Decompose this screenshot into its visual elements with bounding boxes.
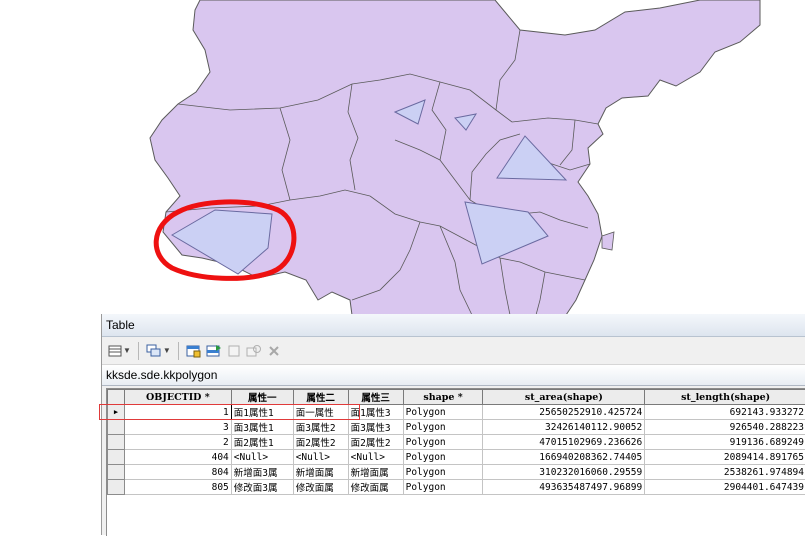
shape-cell[interactable]: Polygon [403, 450, 483, 465]
row-selector[interactable]: ▶ [108, 405, 125, 420]
attr1-cell[interactable]: 新增面3属 [231, 465, 293, 480]
area-cell[interactable]: 493635487497.96899 [483, 480, 645, 495]
table-options-button[interactable]: ▼ [108, 341, 131, 361]
switch-selection-icon [206, 344, 222, 358]
zoom-to-selected-icon [246, 344, 262, 358]
row-selector[interactable] [108, 420, 125, 435]
objectid-cell[interactable]: 805 [124, 480, 231, 495]
attr3-cell[interactable]: 面2属性2 [348, 435, 403, 450]
attr2-cell[interactable]: 新增面属 [293, 465, 348, 480]
length-cell[interactable]: 2538261.974894 [645, 465, 805, 480]
row-selector[interactable] [108, 480, 125, 495]
area-cell[interactable]: 47015102969.236626 [483, 435, 645, 450]
chevron-down-icon: ▼ [163, 346, 171, 355]
length-cell[interactable]: 692143.933272 [645, 405, 805, 420]
objectid-cell[interactable]: 404 [124, 450, 231, 465]
area-cell[interactable]: 25650252910.425724 [483, 405, 645, 420]
map-view[interactable] [0, 0, 805, 315]
attribute-grid[interactable]: OBJECTID * 属性一 属性二 属性三 shape * st_area(s… [106, 388, 805, 536]
window-title: Table [102, 314, 805, 337]
column-header[interactable]: OBJECTID * [124, 390, 231, 405]
related-tables-icon [146, 344, 162, 358]
attr3-cell[interactable]: <Null> [348, 450, 403, 465]
column-header[interactable]: st_area(shape) [483, 390, 645, 405]
objectid-cell[interactable]: 3 [124, 420, 231, 435]
length-cell[interactable]: 919136.689249 [645, 435, 805, 450]
table-row[interactable]: ▶ 1 面1属性1 面一属性 面1属性3 Polygon 25650252910… [108, 405, 805, 420]
attr1-cell[interactable]: <Null> [231, 450, 293, 465]
current-row-arrow-icon: ▶ [114, 408, 118, 416]
table-row[interactable]: 404 <Null> <Null> <Null> Polygon 1669402… [108, 450, 805, 465]
attr1-cell[interactable]: 修改面3属 [231, 480, 293, 495]
china-map [0, 0, 805, 315]
row-selector-header[interactable] [108, 390, 125, 405]
length-cell[interactable]: 926540.288223 [645, 420, 805, 435]
shape-cell[interactable]: Polygon [403, 435, 483, 450]
select-by-attributes-button[interactable] [186, 341, 202, 361]
attr1-cell[interactable]: 面1属性1 [231, 405, 293, 420]
toolbar-separator [178, 342, 179, 360]
shape-cell[interactable]: Polygon [403, 420, 483, 435]
objectid-cell[interactable]: 2 [124, 435, 231, 450]
shape-cell[interactable]: Polygon [403, 480, 483, 495]
coast-detail [602, 232, 614, 250]
delete-icon [267, 344, 281, 358]
attribute-table: OBJECTID * 属性一 属性二 属性三 shape * st_area(s… [107, 389, 805, 495]
attr1-cell[interactable]: 面3属性1 [231, 420, 293, 435]
attribute-table-window[interactable]: Table ▼ ▼ kksde.sde.kkpolygon [101, 314, 805, 535]
chevron-down-icon: ▼ [123, 346, 131, 355]
attr2-cell[interactable]: 修改面属 [293, 480, 348, 495]
area-cell[interactable]: 32426140112.90052 [483, 420, 645, 435]
attr3-cell[interactable]: 面3属性3 [348, 420, 403, 435]
objectid-cell[interactable]: 1 [124, 405, 231, 420]
select-by-attributes-icon [186, 344, 202, 358]
table-row[interactable]: 2 面2属性1 面2属性2 面2属性2 Polygon 47015102969.… [108, 435, 805, 450]
attr3-cell[interactable]: 新增面属 [348, 465, 403, 480]
clear-selection-icon [227, 344, 241, 358]
table-header-row: OBJECTID * 属性一 属性二 属性三 shape * st_area(s… [108, 390, 805, 405]
column-header[interactable]: shape * [403, 390, 483, 405]
table-toolbar: ▼ ▼ [102, 337, 805, 365]
table-row[interactable]: 805 修改面3属 修改面属 修改面属 Polygon 493635487497… [108, 480, 805, 495]
shape-cell[interactable]: Polygon [403, 405, 483, 420]
clear-selection-button[interactable] [226, 341, 242, 361]
row-selector[interactable] [108, 450, 125, 465]
column-header[interactable]: 属性一 [231, 390, 293, 405]
attr2-cell[interactable]: 面2属性2 [293, 435, 348, 450]
zoom-to-selected-button[interactable] [246, 341, 262, 361]
row-selector[interactable] [108, 465, 125, 480]
row-selector[interactable] [108, 435, 125, 450]
attr2-cell[interactable]: 面3属性2 [293, 420, 348, 435]
column-header[interactable]: 属性二 [293, 390, 348, 405]
shape-cell[interactable]: Polygon [403, 465, 483, 480]
table-options-icon [108, 345, 122, 357]
attr3-cell[interactable]: 面1属性3 [348, 405, 403, 420]
table-row[interactable]: 3 面3属性1 面3属性2 面3属性3 Polygon 32426140112.… [108, 420, 805, 435]
table-tab-label[interactable]: kksde.sde.kkpolygon [102, 365, 805, 386]
related-tables-button[interactable]: ▼ [146, 341, 171, 361]
area-cell[interactable]: 310232016060.29559 [483, 465, 645, 480]
area-cell[interactable]: 166940208362.74405 [483, 450, 645, 465]
attr2-cell[interactable]: 面一属性 [293, 405, 348, 420]
switch-selection-button[interactable] [206, 341, 222, 361]
column-header[interactable]: st_length(shape) [645, 390, 805, 405]
delete-selected-button[interactable] [266, 341, 282, 361]
table-row[interactable]: 804 新增面3属 新增面属 新增面属 Polygon 310232016060… [108, 465, 805, 480]
length-cell[interactable]: 2904401.647439 [645, 480, 805, 495]
column-header[interactable]: 属性三 [348, 390, 403, 405]
length-cell[interactable]: 2089414.891765 [645, 450, 805, 465]
attr1-cell[interactable]: 面2属性1 [231, 435, 293, 450]
attr2-cell[interactable]: <Null> [293, 450, 348, 465]
toolbar-separator [138, 342, 139, 360]
objectid-cell[interactable]: 804 [124, 465, 231, 480]
attr3-cell[interactable]: 修改面属 [348, 480, 403, 495]
